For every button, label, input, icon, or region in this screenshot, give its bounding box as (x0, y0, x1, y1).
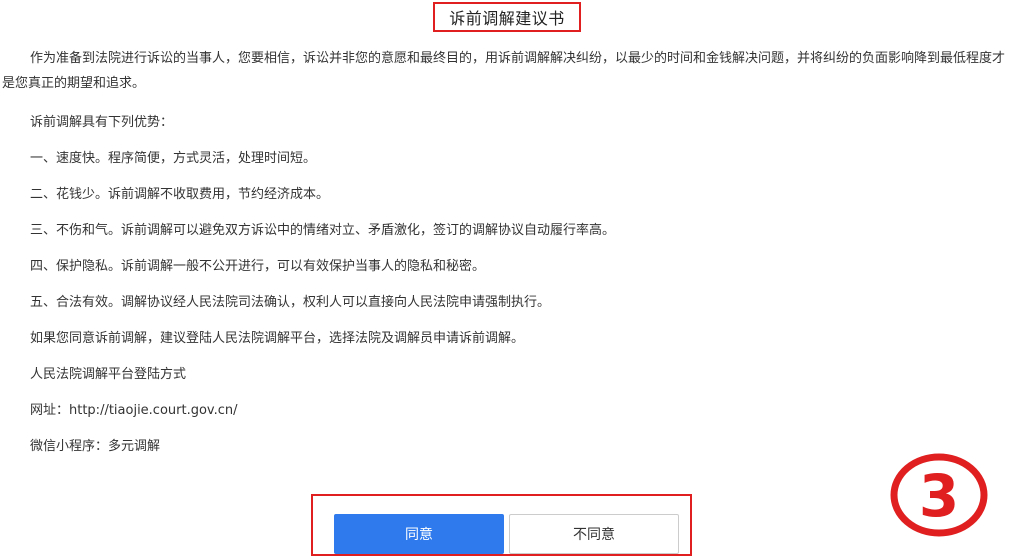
action-buttons-highlight-box: 同意 不同意 (311, 494, 692, 556)
suggestion-paragraph: 如果您同意诉前调解，建议登陆人民法院调解平台，选择法院及调解员申请诉前调解。 (30, 331, 525, 346)
mini-program-line: 微信小程序：多元调解 (30, 439, 161, 454)
advantage-item: 三、不伤和气。诉前调解可以避免双方诉讼中的情绪对立、矛盾激化，签订的调解协议自动… (30, 223, 616, 238)
title-highlight-box: 诉前调解建议书 (433, 2, 581, 32)
step-number-text: 3 (919, 462, 959, 530)
advantages-heading: 诉前调解具有下列优势： (30, 115, 174, 130)
advantage-item: 一、速度快。程序简便，方式灵活，处理时间短。 (30, 151, 317, 166)
advantage-item: 二、花钱少。诉前调解不收取费用，节约经济成本。 (30, 187, 330, 202)
advantage-item: 五、合法有效。调解协议经人民法院司法确认，权利人可以直接向人民法院申请强制执行。 (30, 295, 551, 310)
agree-button[interactable]: 同意 (334, 514, 504, 554)
intro-paragraph: 作为准备到法院进行诉讼的当事人，您要相信，诉讼并非您的意愿和最终目的，用诉前调解… (2, 51, 1006, 91)
platform-heading: 人民法院调解平台登陆方式 (30, 367, 187, 382)
advantage-item: 四、保护隐私。诉前调解一般不公开进行，可以有效保护当事人的隐私和秘密。 (30, 259, 486, 274)
website-line: 网址：http://tiaojie.court.gov.cn/ (30, 403, 238, 418)
page-title: 诉前调解建议书 (449, 9, 565, 28)
step-number-badge: 3 (887, 452, 991, 538)
document-body: 作为准备到法院进行诉讼的当事人，您要相信，诉讼并非您的意愿和最终目的，用诉前调解… (0, 46, 1017, 470)
circled-number-icon: 3 (890, 453, 988, 537)
mediation-page: 诉前调解建议书 作为准备到法院进行诉讼的当事人，您要相信，诉讼并非您的意愿和最终… (0, 0, 1017, 558)
disagree-button[interactable]: 不同意 (509, 514, 679, 554)
